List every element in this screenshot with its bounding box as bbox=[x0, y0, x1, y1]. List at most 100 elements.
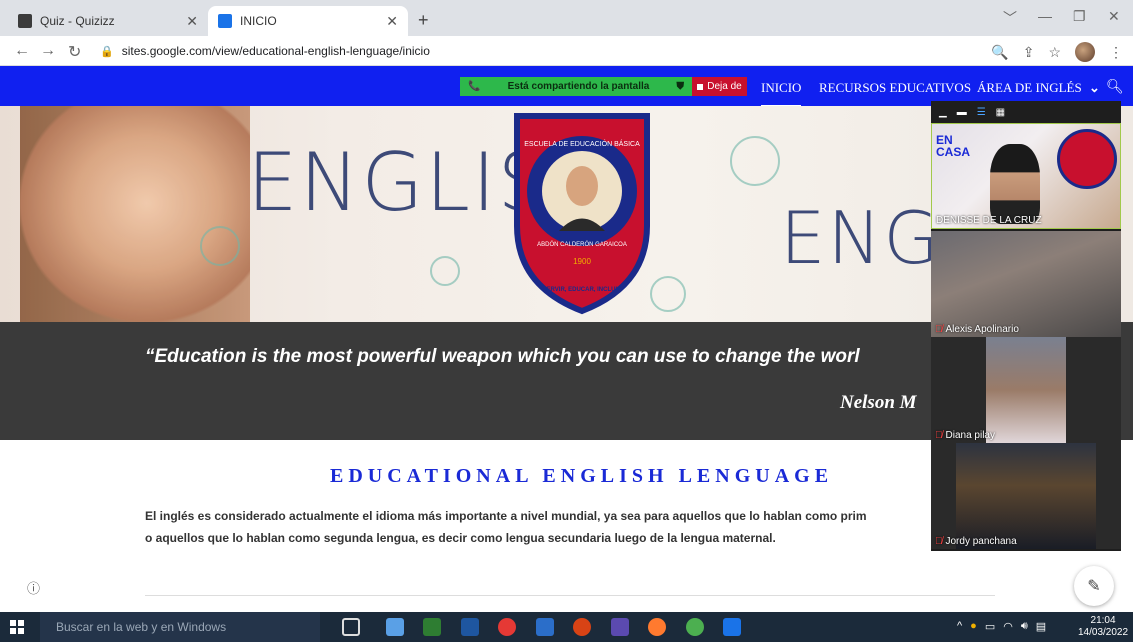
participant-label: 🎙̸ Alexis Apolinario bbox=[935, 324, 1019, 335]
participant-name: DENISSE DE LA CRUZ bbox=[936, 215, 1042, 226]
menu-dots-icon[interactable]: ⋮ bbox=[1109, 44, 1123, 61]
phone-icon: 📞 bbox=[468, 81, 481, 92]
paragraph-line: El inglés es considerado actualmente el … bbox=[145, 509, 867, 523]
file-explorer-icon[interactable] bbox=[386, 618, 404, 636]
tray-volume-icon[interactable]: 🔊︎ bbox=[1021, 620, 1028, 633]
tray-notification-icon[interactable]: ▤ bbox=[1036, 620, 1046, 633]
address-bar: ← → ↻ 🔒 sites.google.com/view/educationa… bbox=[0, 36, 1133, 66]
taskbar-clock[interactable]: 21:04 14/03/2022 bbox=[1078, 615, 1128, 639]
participant-tile[interactable]: 🎙̸ Diana pilay bbox=[931, 337, 1121, 443]
stop-share-button[interactable]: Deja de bbox=[692, 77, 747, 96]
tray-chevron-icon[interactable]: ^ bbox=[957, 620, 962, 633]
chrome-icon[interactable] bbox=[686, 618, 704, 636]
back-icon[interactable]: ← bbox=[14, 42, 30, 60]
close-icon[interactable]: ✕ bbox=[186, 13, 198, 30]
tab-quizizz[interactable]: Quiz - Quizizz ✕ bbox=[8, 6, 208, 36]
nav-inicio[interactable]: INICIO bbox=[761, 80, 802, 107]
tray-app-icon[interactable]: ● bbox=[970, 620, 977, 633]
outlook-icon[interactable] bbox=[536, 618, 554, 636]
windows-start-icon[interactable] bbox=[10, 620, 24, 634]
clock-time: 21:04 bbox=[1090, 615, 1116, 626]
close-window-button[interactable]: ✕ bbox=[1108, 8, 1120, 25]
lock-icon: 🔒 bbox=[100, 45, 114, 58]
emblem-year: 1900 bbox=[573, 257, 591, 266]
system-tray: ^ ● ▭ ◠ 🔊︎ ▤ bbox=[957, 620, 1046, 633]
word-icon[interactable] bbox=[461, 618, 479, 636]
url-field[interactable]: 🔒 sites.google.com/view/educational-engl… bbox=[100, 39, 1060, 63]
excel-icon[interactable] bbox=[423, 618, 441, 636]
tab-search-icon[interactable]: ﹀ bbox=[1003, 8, 1017, 28]
restore-button[interactable]: ❐ bbox=[1073, 8, 1086, 25]
hero-woman-image bbox=[20, 106, 250, 322]
minimize-button[interactable]: — bbox=[1038, 8, 1052, 24]
teams-icon[interactable] bbox=[611, 618, 629, 636]
participant-tile[interactable]: EN CASA DENISSE DE LA CRUZ bbox=[931, 123, 1121, 229]
opera-icon[interactable] bbox=[498, 618, 516, 636]
participant-video bbox=[956, 443, 1096, 549]
tile-emblem bbox=[1057, 129, 1117, 189]
tab-inicio[interactable]: INICIO ✕ bbox=[208, 6, 408, 36]
shield-icon: ⛊ bbox=[676, 81, 685, 92]
edit-button[interactable]: ✎ bbox=[1074, 566, 1114, 606]
emblem-motto: SERVIR, EDUCAR, INCLUIR bbox=[543, 287, 623, 293]
participant-name: Alexis Apolinario bbox=[945, 324, 1019, 335]
new-tab-button[interactable]: + bbox=[418, 10, 429, 31]
share-icon[interactable]: ⇪ bbox=[1023, 44, 1035, 61]
nav-area-label: ÁREA DE INGLÉS bbox=[977, 80, 1082, 95]
pencil-icon: ✎ bbox=[1087, 578, 1101, 595]
strip-view-icon[interactable]: ☰ bbox=[977, 107, 986, 118]
page-title: EDUCATIONAL ENGLISH LENGUAGE bbox=[330, 465, 834, 487]
paragraph-line: o aquellos que lo hablan como segunda le… bbox=[145, 531, 776, 545]
close-icon[interactable]: ✕ bbox=[386, 13, 398, 30]
address-bar-actions: 🔍 ⇪ ☆ ⋮ bbox=[991, 42, 1123, 62]
tile-overlay-line: CASA bbox=[936, 145, 971, 159]
participant-tile[interactable]: 🎙̸ Jordy panchana bbox=[931, 443, 1121, 549]
tray-wifi-icon[interactable]: ◠ bbox=[1003, 620, 1013, 633]
quote-author: Nelson M bbox=[840, 392, 917, 413]
emblem-text-top: ESCUELA DE EDUCACIÓN BÁSICA bbox=[524, 139, 640, 148]
divider bbox=[145, 595, 995, 596]
video-panel-toolbar: ▁ ▬ ☰ ▦ bbox=[931, 101, 1121, 123]
participant-video bbox=[986, 337, 1066, 443]
network-icon bbox=[430, 256, 460, 286]
screen-share-bar: 📞 Está compartiendo la pantalla ⛊ Deja d… bbox=[460, 77, 747, 96]
zoom-app-icon[interactable] bbox=[723, 618, 741, 636]
profile-avatar[interactable] bbox=[1075, 42, 1095, 62]
nav-recursos-educativos[interactable]: RECURSOS EDUCATIVOS bbox=[819, 80, 971, 96]
chat-bubble-icon bbox=[200, 226, 240, 266]
powerpoint-icon[interactable] bbox=[573, 618, 591, 636]
firefox-icon[interactable] bbox=[648, 618, 666, 636]
participant-video bbox=[990, 144, 1040, 224]
minimize-panel-icon[interactable]: ▁ bbox=[939, 107, 947, 118]
chevron-down-icon: ⌄ bbox=[1088, 80, 1100, 95]
speaker-view-icon[interactable]: ▬ bbox=[957, 107, 967, 118]
bookmark-star-icon[interactable]: ☆ bbox=[1048, 44, 1061, 61]
share-status: 📞 Está compartiendo la pantalla ⛊ bbox=[460, 77, 692, 96]
forward-icon[interactable]: → bbox=[40, 42, 56, 60]
share-status-text: Está compartiendo la pantalla bbox=[507, 81, 650, 92]
emblem-text-middle: ABDÓN CALDERÓN GARAICOA bbox=[537, 241, 627, 248]
mic-muted-icon: 🎙̸ bbox=[935, 430, 943, 441]
nav-area-de-ingles[interactable]: ÁREA DE INGLÉS ⌄ bbox=[977, 80, 1100, 96]
zoom-icon[interactable]: 🔍 bbox=[991, 44, 1008, 61]
stop-icon bbox=[697, 83, 704, 90]
mic-muted-icon: 🎙̸ bbox=[935, 536, 943, 547]
windows-taskbar: Buscar en la web y en Windows ^ ● ▭ ◠ 🔊︎… bbox=[0, 612, 1133, 642]
url-text: sites.google.com/view/educational-englis… bbox=[121, 44, 430, 58]
intro-paragraph: El inglés es considerado actualmente el … bbox=[145, 505, 935, 549]
tile-overlay-logo: EN CASA bbox=[936, 134, 970, 158]
participant-name: Jordy panchana bbox=[945, 536, 1017, 547]
task-view-icon[interactable] bbox=[342, 618, 360, 636]
tray-network-icon[interactable]: ▭ bbox=[985, 620, 995, 633]
tab-title: INICIO bbox=[240, 14, 277, 28]
participant-tile[interactable]: 🎙̸ Alexis Apolinario bbox=[931, 231, 1121, 337]
info-icon[interactable]: ⓘ bbox=[27, 578, 40, 597]
taskbar-search-input[interactable]: Buscar en la web y en Windows bbox=[40, 612, 320, 642]
search-icon[interactable]: 🔍︎ bbox=[1106, 78, 1124, 95]
stop-share-label: Deja de bbox=[707, 81, 742, 92]
grid-view-icon[interactable]: ▦ bbox=[996, 107, 1005, 118]
quote-text: “Education is the most powerful weapon w… bbox=[145, 346, 860, 367]
reload-icon[interactable]: ↻ bbox=[68, 42, 81, 62]
clock-date: 14/03/2022 bbox=[1078, 627, 1129, 638]
google-sites-favicon-icon bbox=[218, 14, 232, 28]
